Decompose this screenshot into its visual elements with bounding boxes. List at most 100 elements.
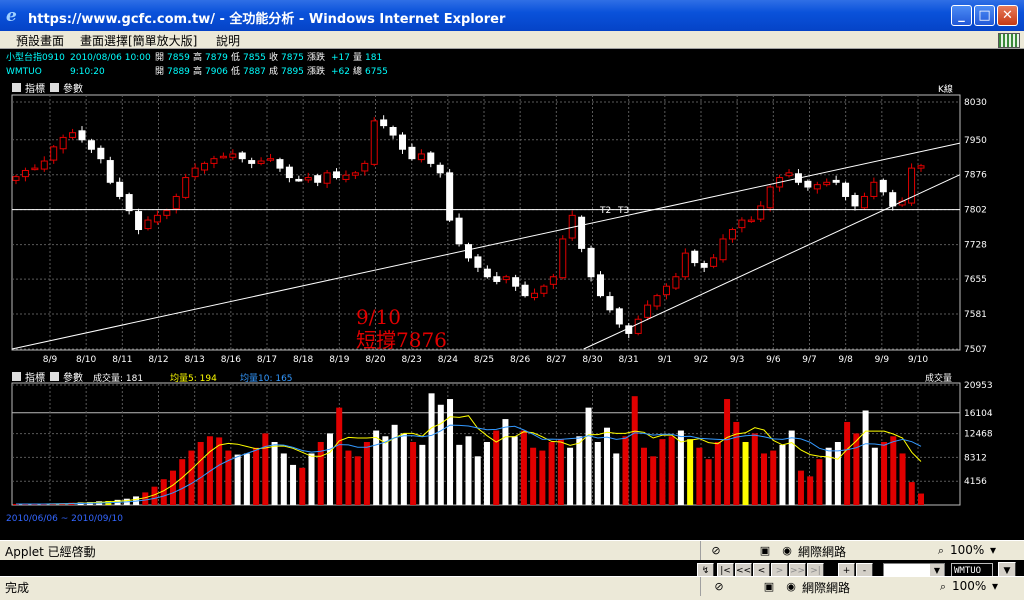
candle-down (380, 119, 388, 127)
candle-up (502, 276, 510, 281)
quote-row2-change-label: 漲跌 (307, 66, 325, 77)
candle-down (135, 211, 143, 231)
chart-canvas[interactable]: 小型台指0910 2010/08/06 10:00 開 7859 高 7879 … (4, 49, 1020, 540)
quote-row2-low-label: 低 (231, 65, 240, 77)
volume-param-button[interactable]: 參數 (63, 371, 83, 384)
candle-down (78, 130, 86, 141)
volume-bar (419, 444, 426, 505)
price-tick-label: 7802 (964, 206, 987, 216)
date-tick-label: 8/26 (510, 355, 530, 365)
candle-up (31, 167, 39, 171)
quote-row1-low-label: 低 (231, 51, 240, 63)
menu-help[interactable]: 說明 (216, 32, 240, 49)
candle-up (323, 172, 331, 184)
candle-up (257, 160, 265, 164)
ie-status-divider (700, 577, 701, 596)
candle-down (700, 263, 708, 268)
date-tick-label: 8/23 (402, 355, 422, 365)
quote-row1-high-label: 高 (193, 51, 202, 63)
volume-bar (363, 442, 370, 505)
volume-indicator-toggle-icon[interactable] (12, 372, 21, 381)
toolbar-grip-icon[interactable] (998, 33, 1020, 48)
quote-row2-name: WMTUO (6, 67, 42, 77)
volume-bar (188, 450, 195, 505)
volume-bar (788, 430, 795, 505)
candle-up (530, 292, 538, 299)
volume-bar (400, 433, 407, 505)
date-tick-label: 8/19 (329, 355, 349, 365)
candle-up (540, 285, 548, 294)
candle-up (719, 238, 727, 261)
volume-indicator-button[interactable]: 指標 (25, 371, 45, 384)
volume-bar (761, 453, 768, 505)
candle-down (436, 164, 444, 174)
volume-param-toggle-icon[interactable] (50, 372, 59, 381)
volume-bar (179, 459, 186, 505)
candle-down (483, 268, 491, 278)
volume-bar (142, 492, 149, 505)
minimize-button[interactable]: _ (951, 5, 972, 26)
candle-up (229, 153, 237, 158)
param-toggle-icon[interactable] (50, 83, 59, 92)
maximize-icon: □ (978, 8, 991, 23)
volume-tick-label: 8312 (964, 453, 987, 463)
window-title: https://www.gcfc.com.tw/ - 全功能分析 - Windo… (28, 12, 506, 27)
candle-up (710, 257, 718, 267)
chart-applet: 小型台指0910 2010/08/06 10:00 開 7859 高 7879 … (4, 49, 1020, 580)
ie-privacy-icon[interactable]: ⊘ (712, 580, 726, 594)
volume-readout: 成交量: 181 (93, 372, 143, 384)
candle-down (106, 160, 114, 183)
candle-down (474, 256, 482, 268)
price-param-button[interactable]: 參數 (63, 82, 83, 95)
volume-bar (871, 447, 878, 505)
quote-row1-datetime: 2010/08/06 10:00 (70, 53, 151, 63)
privacy-icon[interactable]: ⊘ (709, 544, 723, 558)
candle-up (163, 210, 171, 216)
close-button[interactable]: ✕ (997, 5, 1018, 26)
volume-bar (631, 396, 638, 505)
volume-bar (724, 399, 731, 505)
date-tick-label: 8/27 (546, 355, 566, 365)
date-tick-label: 8/20 (365, 355, 385, 365)
zoom-menu-chevron-icon[interactable]: ▾ (990, 543, 996, 557)
candle-up (747, 219, 755, 223)
candle-up (342, 174, 350, 180)
volume-bar (511, 436, 518, 505)
applet-zoom-level[interactable]: 100% (950, 543, 984, 557)
volume-bar (234, 454, 241, 505)
candle-up (191, 167, 199, 178)
volume-bar (410, 442, 417, 505)
volume-bar (797, 470, 804, 505)
date-tick-label: 8/9 (43, 355, 58, 365)
candle-down (596, 274, 604, 297)
date-tick-label: 8/17 (257, 355, 277, 365)
ma10-readout: 均量10: 165 (240, 372, 293, 384)
point-label-t2: T2 (599, 206, 611, 216)
menu-default-view[interactable]: 預設畫面 (16, 32, 64, 49)
applet-status-text: Applet 已經啓動 (5, 545, 96, 559)
volume-bar (243, 453, 250, 505)
lock-icon: ▣ (759, 544, 771, 557)
ie-lock-icon: ▣ (763, 580, 775, 593)
ie-zoom-level[interactable]: 100% (952, 579, 986, 593)
point-label-t3: T3 (617, 206, 629, 216)
window-titlebar[interactable]: e https://www.gcfc.com.tw/ - 全功能分析 - Win… (0, 0, 1024, 31)
indicator-toggle-icon[interactable] (12, 83, 21, 92)
candle-down (389, 127, 397, 136)
price-indicator-button[interactable]: 指標 (25, 82, 45, 95)
quote-row2-volume: 6755 (365, 67, 388, 77)
date-tick-label: 9/7 (802, 355, 816, 365)
date-tick-label: 9/8 (838, 355, 853, 365)
date-tick-label: 8/25 (474, 355, 494, 365)
candle-down (889, 192, 897, 207)
ie-zoom-menu-chevron-icon[interactable]: ▾ (992, 579, 998, 593)
volume-bar (354, 456, 361, 505)
ie-statusbar: 完成 ⊘ ▣ ◉ 網際網路 ⌕ 100% ▾ (0, 576, 1024, 600)
menu-view-select[interactable]: 畫面選擇[簡單放大版] (80, 32, 197, 49)
volume-bar (714, 442, 721, 505)
date-tick-label: 8/24 (438, 355, 458, 365)
candle-up (662, 285, 670, 296)
quote-row1-volume: 181 (365, 53, 382, 63)
maximize-button[interactable]: □ (974, 5, 995, 26)
quote-row2-change: +62 (331, 67, 350, 77)
